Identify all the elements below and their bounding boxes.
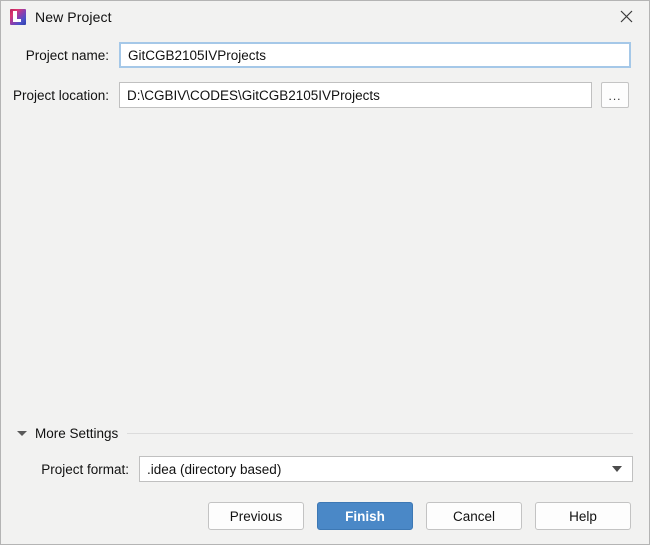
cancel-button[interactable]: Cancel bbox=[426, 502, 522, 530]
dialog-button-bar: Previous Finish Cancel Help bbox=[1, 488, 649, 544]
new-project-dialog: New Project Project name: Project locati… bbox=[0, 0, 650, 545]
dialog-content: Project name: Project location: ... More… bbox=[1, 32, 649, 488]
project-name-label: Project name: bbox=[25, 47, 109, 63]
more-settings-toggle[interactable]: More Settings bbox=[17, 426, 633, 441]
browse-location-button[interactable]: ... bbox=[601, 82, 629, 108]
dialog-titlebar: New Project bbox=[1, 1, 649, 32]
finish-button[interactable]: Finish bbox=[317, 502, 413, 530]
project-format-value: .idea (directory based) bbox=[147, 461, 282, 477]
more-settings-divider bbox=[127, 433, 633, 434]
intellij-idea-logo-icon bbox=[10, 8, 26, 25]
project-location-row: Project location: ... bbox=[1, 82, 649, 108]
close-icon[interactable] bbox=[603, 1, 649, 32]
project-name-input[interactable] bbox=[119, 42, 631, 68]
previous-button[interactable]: Previous bbox=[208, 502, 304, 530]
project-format-label: Project format: bbox=[41, 461, 129, 477]
project-format-row: Project format: .idea (directory based) bbox=[1, 456, 649, 482]
chevron-down-icon bbox=[17, 431, 27, 436]
more-settings-label: More Settings bbox=[35, 426, 119, 441]
chevron-down-icon bbox=[612, 466, 622, 472]
project-location-input[interactable] bbox=[119, 82, 592, 108]
project-location-label: Project location: bbox=[12, 87, 109, 103]
project-name-row: Project name: bbox=[1, 42, 649, 68]
dialog-title: New Project bbox=[35, 8, 112, 25]
project-format-select[interactable]: .idea (directory based) bbox=[139, 456, 633, 482]
help-button[interactable]: Help bbox=[535, 502, 631, 530]
